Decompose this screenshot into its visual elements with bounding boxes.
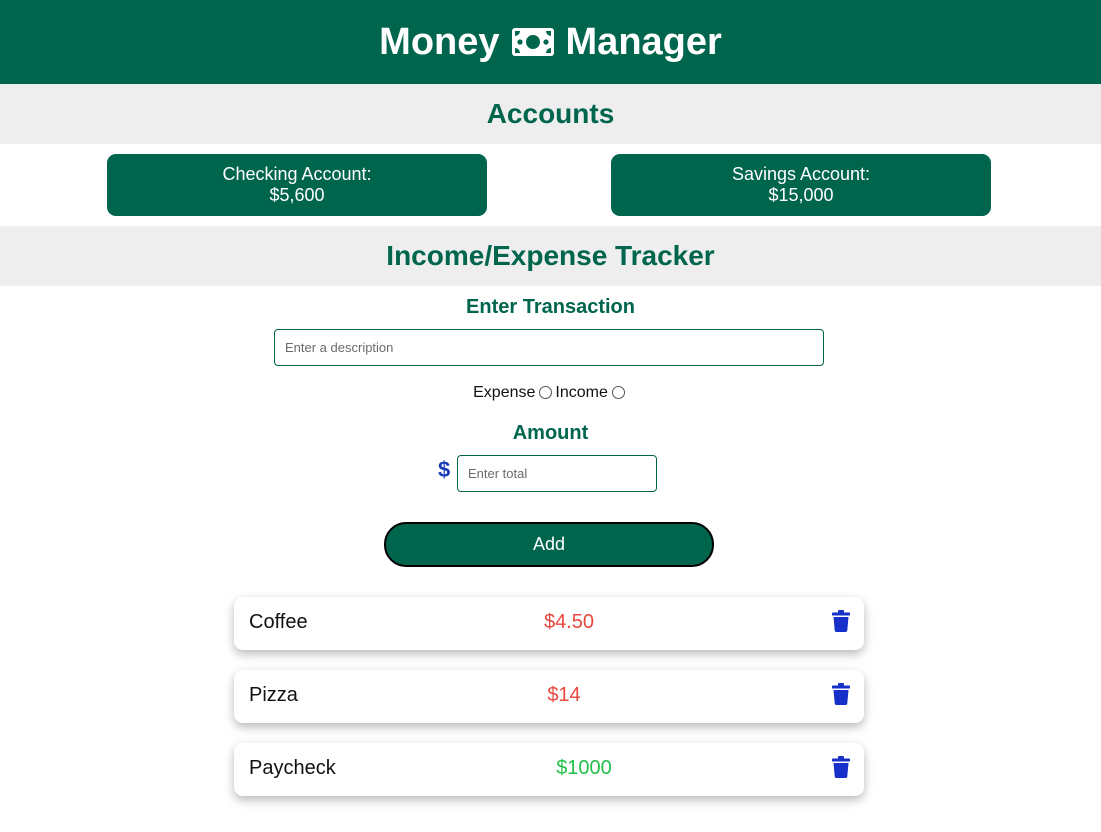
description-input[interactable] bbox=[274, 329, 824, 366]
tracker-band: Income/Expense Tracker bbox=[0, 226, 1101, 286]
dollar-sign-icon: $ bbox=[438, 457, 451, 482]
checking-account-label: Checking Account: bbox=[222, 164, 372, 184]
checking-account-card: Checking Account: $5,600 bbox=[107, 154, 487, 216]
tracker-heading: Income/Expense Tracker bbox=[386, 240, 715, 271]
income-radio[interactable] bbox=[611, 385, 625, 399]
transaction-row: Pizza $14 bbox=[234, 670, 864, 723]
trash-icon[interactable] bbox=[832, 610, 850, 632]
app-header: Money Manager bbox=[0, 0, 1101, 84]
app-title-right: Manager bbox=[565, 20, 722, 63]
transaction-type-group: Expense Income bbox=[0, 384, 1101, 402]
expense-option[interactable]: Expense bbox=[473, 384, 555, 402]
transaction-row: Paycheck $1000 bbox=[234, 743, 864, 796]
accounts-heading: Accounts bbox=[486, 98, 615, 129]
add-button[interactable]: Add bbox=[384, 522, 714, 567]
trash-icon[interactable] bbox=[832, 756, 850, 778]
savings-account-card: Savings Account: $15,000 bbox=[611, 154, 991, 216]
income-option[interactable]: Income bbox=[555, 384, 627, 402]
enter-transaction-heading: Enter Transaction bbox=[466, 296, 635, 318]
expense-radio[interactable] bbox=[539, 385, 553, 399]
savings-account-label: Savings Account: bbox=[731, 164, 871, 184]
transaction-row: Coffee $4.50 bbox=[234, 597, 864, 650]
amount-input[interactable] bbox=[457, 455, 657, 492]
transaction-list: Coffee $4.50 Pizza $14 Paycheck $1000 bbox=[234, 597, 864, 816]
amount-heading: Amount bbox=[512, 422, 589, 444]
checking-account-value: $5,600 bbox=[269, 185, 325, 205]
savings-account-value: $15,000 bbox=[768, 185, 834, 205]
transaction-amount: $14 bbox=[547, 684, 581, 706]
income-radio-label: Income bbox=[555, 384, 608, 401]
accounts-band: Accounts bbox=[0, 84, 1101, 144]
expense-radio-label: Expense bbox=[473, 384, 536, 401]
money-bill-icon bbox=[511, 28, 554, 56]
accounts-section: Checking Account: $5,600 Savings Account… bbox=[0, 144, 1101, 226]
transaction-amount: $4.50 bbox=[543, 611, 595, 633]
app-title: Money Manager bbox=[379, 21, 722, 64]
trash-icon[interactable] bbox=[832, 683, 850, 705]
tracker-section: Enter Transaction Expense Income Amount … bbox=[0, 286, 1101, 832]
app-title-left: Money bbox=[379, 20, 500, 63]
transaction-amount: $1000 bbox=[556, 757, 612, 779]
